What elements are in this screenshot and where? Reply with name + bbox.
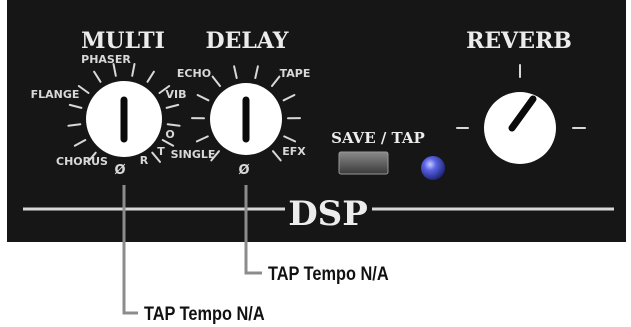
callout-label-delay: TAP Tempo N/A [268,263,389,284]
multi-position-flange: FLANGE [31,88,80,101]
delay-position-echo: ECHO [177,67,211,80]
multi-position-zero: Ø [114,163,125,178]
multi-position-vib: VIB [166,88,187,101]
delay-title: DELAY [206,28,289,54]
delay-position-efx: EFX [282,145,306,158]
multi-position-phaser: PHASER [81,53,131,66]
delay-knob[interactable] [210,83,282,155]
multi-title: MULTI [81,28,165,54]
multi-knob[interactable] [86,81,162,157]
multi-position-chorus: CHORUS [56,155,108,168]
reverb-title: REVERB [466,28,572,54]
delay-position-tape: TAPE [280,67,311,80]
multi-position-r: R [140,154,149,167]
multi-position-t: T [157,145,165,158]
push-button-icon[interactable] [338,151,389,175]
save-tap-label: SAVE / TAP [331,129,425,147]
led-indicator-icon [421,156,445,180]
multi-position-o: O [165,128,174,141]
callout-label-multi: TAP Tempo N/A [144,303,265,324]
delay-position-zero: Ø [238,163,249,178]
dsp-diagram: MULTI DELAY REVERB CHORUS FLANGE PHASER … [7,0,626,324]
dsp-section-label: DSP [288,194,368,234]
reverb-knob[interactable] [484,92,556,164]
pointer-knob-icon [484,92,556,164]
delay-position-single: SINGLE [171,148,216,161]
